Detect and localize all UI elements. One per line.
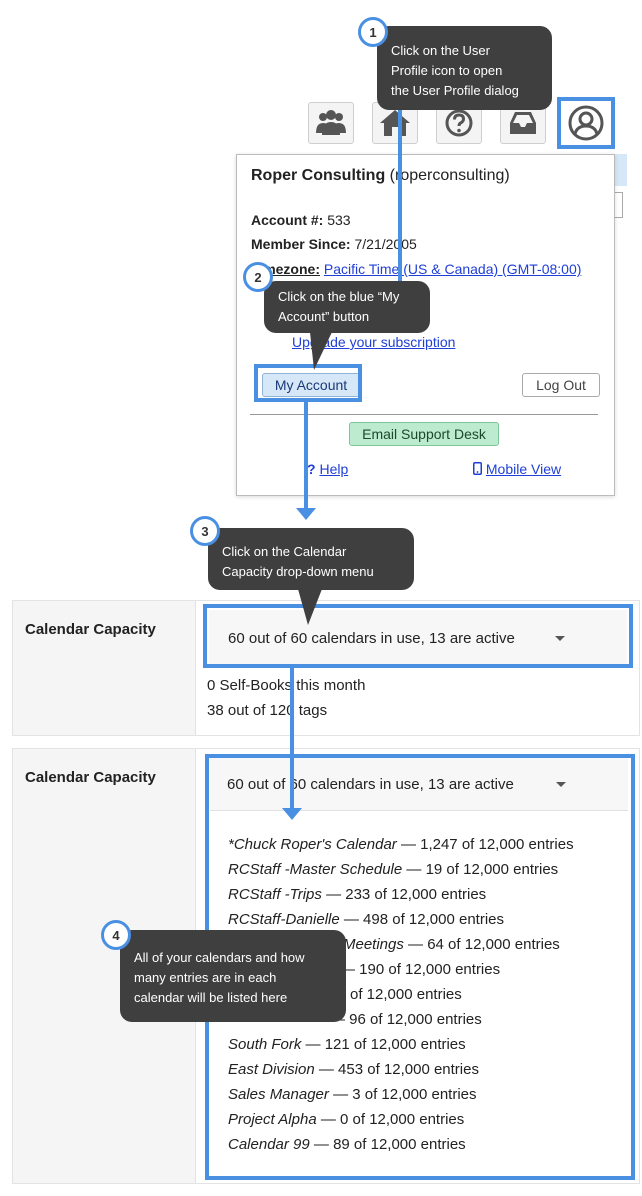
callout-1-line-2: Profile icon to open: [391, 63, 503, 78]
callout-1-badge: 1: [358, 17, 388, 47]
callout-1-line-3: the User Profile dialog: [391, 83, 519, 98]
callout-2-line-1: Click on the blue “My: [278, 289, 400, 304]
callout-2-line-2: Account” button: [278, 309, 370, 324]
callout-2-pointer: [310, 332, 332, 370]
callout-3-pointer: [298, 589, 322, 625]
callout-1: Click on the User Profile icon to open t…: [377, 26, 552, 110]
callout-4-line-2: many entries are in each: [134, 970, 277, 985]
callout-3-badge: 3: [190, 516, 220, 546]
callout-4-badge: 4: [101, 920, 131, 950]
callout-4-line-3: calendar will be listed here: [134, 990, 288, 1005]
callout-3-line-2: Capacity drop-down menu: [222, 564, 374, 579]
callout-4: All of your calendars and how many entri…: [120, 930, 346, 1022]
callout-2-badge: 2: [243, 262, 273, 292]
callout-1-line-1: Click on the User: [391, 43, 490, 58]
callout-3: Click on the Calendar Capacity drop-down…: [208, 528, 414, 590]
callout-4-line-1: All of your calendars and how: [134, 950, 305, 965]
arrow-head-3: [282, 808, 302, 820]
callout-3-line-1: Click on the Calendar: [222, 544, 347, 559]
arrow-head-2: [296, 508, 316, 520]
callout-2: Click on the blue “My Account” button: [264, 281, 430, 333]
